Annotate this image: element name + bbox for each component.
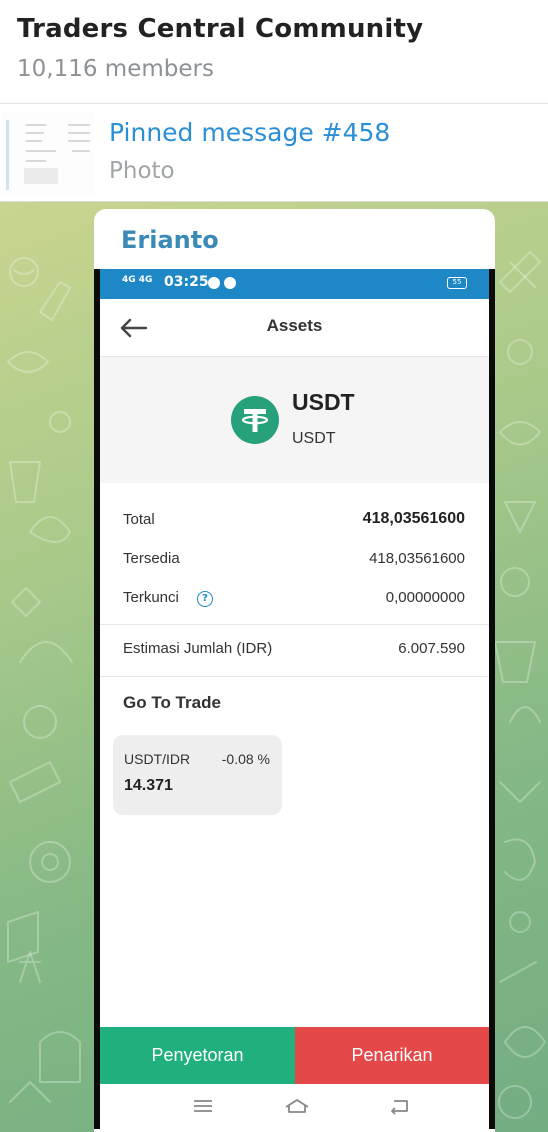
thumb-line (26, 140, 42, 142)
trade-pair-card[interactable]: USDT/IDR -0.08 % 14.371 (113, 735, 282, 815)
chat-header[interactable]: Traders Central Community 10,116 members (0, 0, 548, 104)
question-circle-icon[interactable]: ? (197, 591, 213, 607)
total-label: Total (123, 511, 155, 528)
app-bar: Assets (100, 299, 489, 357)
trade-pair-name: USDT/IDR (124, 751, 191, 767)
notification-icon (208, 277, 220, 289)
pinned-message-type: Photo (109, 158, 175, 184)
network-indicator: 4G 4G (122, 275, 153, 285)
available-value: 418,03561600 (369, 550, 465, 567)
coin-symbol: USDT (292, 389, 355, 415)
pinned-photo-thumbnail (2, 112, 94, 196)
thumb-line (26, 160, 46, 162)
coin-name: USDT (292, 430, 336, 447)
trade-pair-change: -0.08 % (221, 751, 270, 767)
android-nav-bar (100, 1084, 489, 1129)
phone-screen: 4G 4G 03:25 55 Assets USDT USDT Total 41… (100, 269, 489, 1129)
thumb-line (26, 132, 44, 134)
home-icon[interactable] (284, 1096, 310, 1116)
battery-icon: 55 (447, 277, 467, 289)
locked-label: Terkunci (123, 589, 179, 606)
thumb-line (68, 140, 90, 142)
telegram-notification-icon (224, 277, 236, 289)
thumb-line (68, 124, 90, 126)
chat-member-count: 10,116 members (17, 56, 214, 82)
screen-title: Assets (266, 316, 323, 335)
estimate-label: Estimasi Jumlah (IDR) (123, 640, 273, 657)
tether-logo-icon (231, 396, 279, 444)
message-photo[interactable]: 4G 4G 03:25 55 Assets USDT USDT Total 41… (94, 269, 495, 1129)
available-label: Tersedia (123, 550, 180, 567)
chat-title: Traders Central Community (17, 14, 424, 44)
thumb-line (26, 150, 56, 152)
estimate-value: 6.007.590 (398, 640, 465, 657)
message-sender-name[interactable]: Erianto (121, 226, 219, 254)
thumb-strip (6, 120, 9, 190)
back-icon[interactable] (386, 1096, 412, 1116)
locked-value: 0,00000000 (385, 589, 465, 606)
deposit-button[interactable]: Penyetoran (100, 1027, 295, 1084)
coin-header (100, 357, 489, 483)
menu-icon[interactable] (190, 1096, 216, 1116)
thumb-line (26, 124, 46, 126)
go-to-trade-title: Go To Trade (123, 693, 221, 712)
tether-glyph (241, 409, 269, 432)
phone-status-bar: 4G 4G 03:25 55 (100, 269, 489, 299)
thumb-card (24, 168, 58, 184)
thumb-line (72, 150, 90, 152)
withdraw-button[interactable]: Penarikan (295, 1027, 489, 1084)
pinned-message-bar[interactable]: Pinned message #458 Photo (0, 104, 548, 202)
divider (100, 624, 489, 625)
total-value: 418,03561600 (362, 510, 465, 527)
pinned-message-title: Pinned message #458 (109, 118, 391, 147)
thumb-line (68, 132, 90, 134)
trade-pair-price: 14.371 (124, 777, 173, 794)
status-time: 03:25 (164, 274, 209, 290)
divider (100, 676, 489, 677)
